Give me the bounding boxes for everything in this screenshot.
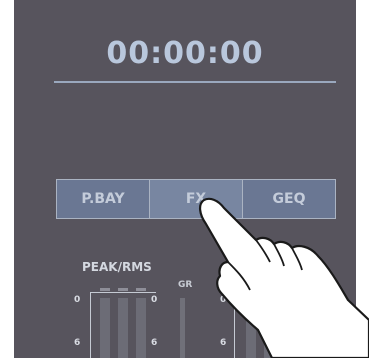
level-bar [100, 298, 110, 358]
divider [54, 81, 336, 83]
level-bar [136, 298, 146, 358]
scale-label-0: 0 [220, 295, 227, 305]
display-screen: 00:00:00 P.BAY FX GEQ PEAK/RMS GR 0 6 0 … [14, 0, 356, 358]
peak-cap [118, 288, 128, 291]
scale-label-0: 0 [74, 295, 81, 305]
scale-label-6: 6 [74, 338, 81, 348]
meter-title: PEAK/RMS [82, 260, 152, 274]
device-panel: 00:00:00 P.BAY FX GEQ PEAK/RMS GR 0 6 0 … [0, 0, 369, 358]
tab-fx[interactable]: FX [150, 180, 243, 218]
time-counter: 00:00:00 [106, 36, 264, 71]
scale-label-0: 0 [151, 295, 158, 305]
level-bar [118, 298, 128, 358]
tab-bar: P.BAY FX GEQ [56, 179, 336, 219]
tab-geq[interactable]: GEQ [243, 180, 335, 218]
scale-label-6: 6 [151, 338, 158, 348]
tab-pbay[interactable]: P.BAY [57, 180, 150, 218]
level-bar [264, 298, 274, 358]
level-bar [246, 298, 256, 358]
peak-cap [136, 288, 146, 291]
gr-bar [180, 298, 185, 358]
scale-label-6: 6 [220, 338, 227, 348]
gr-label: GR [178, 280, 193, 290]
peak-cap [100, 288, 110, 291]
